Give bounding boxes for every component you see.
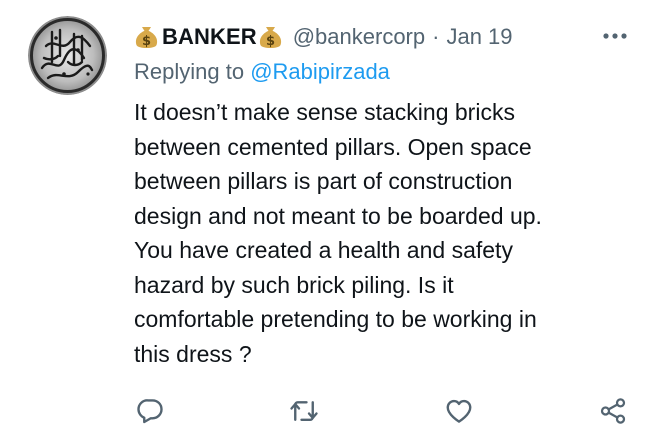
tweet-date[interactable]: Jan 19: [446, 24, 512, 50]
reply-icon: [137, 399, 163, 424]
retweet-icon: [290, 401, 318, 421]
avatar[interactable]: [28, 16, 107, 95]
more-icon: [603, 33, 627, 39]
replying-to-line: Replying to @Rabipirzada: [134, 59, 390, 85]
tweet-actions: [0, 392, 661, 430]
display-name[interactable]: BANKER: [162, 24, 257, 50]
separator-dot: ·: [432, 24, 440, 49]
like-button[interactable]: [440, 392, 478, 430]
replying-to-label: Replying to: [134, 59, 251, 84]
replying-to-mention[interactable]: @Rabipirzada: [250, 59, 390, 84]
tweet-header: $ BANKER $ @bankercorp · Jan 19: [134, 20, 513, 54]
money-bag-icon: $: [134, 23, 159, 51]
reply-button[interactable]: [131, 392, 169, 430]
money-bag-icon: $: [258, 23, 283, 51]
calligraphy-avatar-icon: [28, 16, 107, 95]
tweet: $ BANKER $ @bankercorp · Jan 19 Replying…: [0, 0, 661, 427]
user-handle[interactable]: @bankercorp: [293, 24, 425, 50]
share-button[interactable]: [594, 392, 632, 430]
svg-text:$: $: [266, 34, 275, 49]
more-options-button[interactable]: [598, 22, 632, 50]
tweet-text: It doesn’t make sense stacking bricks be…: [134, 99, 542, 367]
retweet-button[interactable]: [285, 392, 323, 430]
svg-text:$: $: [142, 34, 151, 49]
share-icon: [600, 398, 626, 424]
like-icon: [446, 399, 472, 423]
